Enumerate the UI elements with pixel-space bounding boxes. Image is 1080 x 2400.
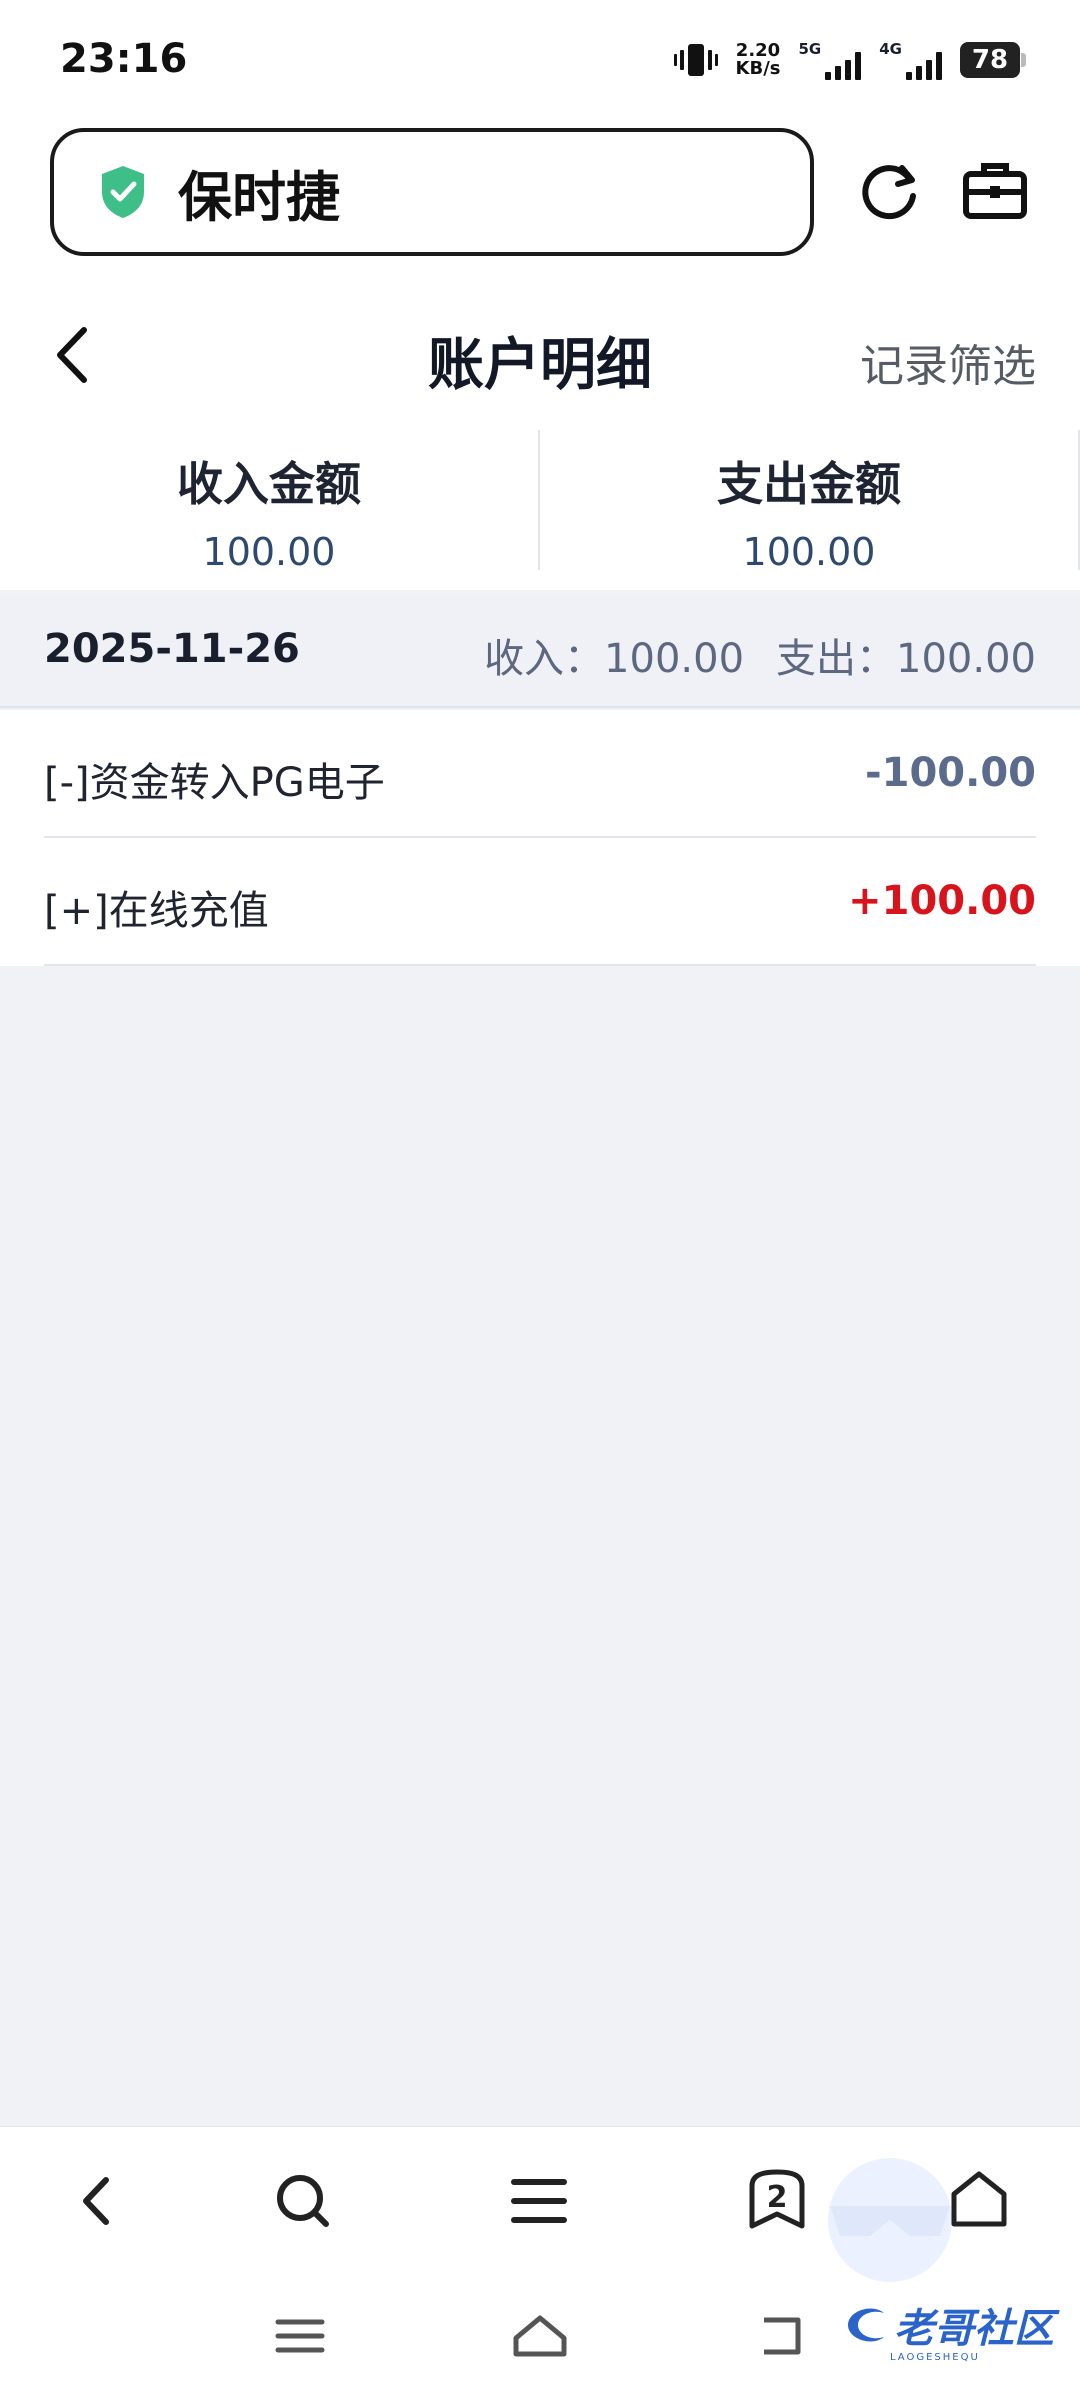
signal-5g: 5G <box>799 40 862 80</box>
tab-count: 2 <box>766 2180 788 2215</box>
record-filter-button[interactable]: 记录筛选 <box>860 330 1036 394</box>
site-title: 保时捷 <box>178 165 340 229</box>
record-name: [-]资金转入PG电子 <box>44 760 385 806</box>
expense-value: 100.00 <box>742 530 876 574</box>
watermark-brand-sub: LAOGESHEQU <box>890 2352 980 2363</box>
watermark-brand: 老哥社区 <box>894 2306 1054 2352</box>
group-totals: 收入：100.00 支出：100.00 <box>480 626 1036 684</box>
status-bar: 23:16 2.20 KB/s 5G 4G 78 <box>0 0 1080 118</box>
list-item[interactable]: [-]资金转入PG电子 -100.00 <box>44 710 1036 838</box>
system-back-icon[interactable] <box>750 2306 810 2366</box>
battery-icon: 78 <box>960 42 1026 78</box>
watermark-face-icon <box>828 2158 952 2282</box>
group-expense: 支出：100.00 <box>776 636 1036 682</box>
refresh-icon[interactable] <box>854 156 924 226</box>
income-summary: 收入金额 100.00 <box>0 430 540 574</box>
tabs-button[interactable]: 2 <box>742 2166 812 2236</box>
net-label-4g: 4G <box>879 40 902 58</box>
system-recents-icon[interactable] <box>270 2306 330 2366</box>
list-item[interactable]: [+]在线充值 +100.00 <box>44 838 1036 966</box>
record-amount: -100.00 <box>865 750 1036 796</box>
vibrate-icon <box>673 44 718 76</box>
signal-bars-icon <box>906 50 942 80</box>
browser-toolbar: 保时捷 <box>0 118 1080 280</box>
records-list: [-]资金转入PG电子 -100.00 [+]在线充值 +100.00 <box>0 710 1080 966</box>
toolbox-icon[interactable] <box>960 156 1030 226</box>
net-label-5g: 5G <box>798 40 822 58</box>
summary-panel: 收入金额 100.00 支出金额 100.00 <box>0 430 1080 590</box>
signal-bars-icon <box>825 50 862 80</box>
shield-check-icon <box>102 166 144 218</box>
network-speed: 2.20 KB/s <box>736 42 781 78</box>
signal-4g: 4G <box>879 40 942 80</box>
home-icon[interactable] <box>946 2166 1012 2232</box>
nav-back-icon[interactable] <box>66 2168 132 2234</box>
record-name: [+]在线充值 <box>44 888 269 934</box>
income-value: 100.00 <box>202 530 336 574</box>
menu-icon[interactable] <box>506 2168 572 2234</box>
status-icons: 2.20 KB/s 5G 4G 78 <box>673 34 1026 86</box>
status-time: 23:16 <box>60 36 188 82</box>
watermark-dragon-icon <box>848 2308 884 2342</box>
expense-label: 支出金额 <box>717 457 901 511</box>
record-amount: +100.00 <box>848 878 1036 924</box>
address-bar[interactable]: 保时捷 <box>50 128 814 256</box>
expense-summary: 支出金额 100.00 <box>540 430 1080 574</box>
system-home-icon[interactable] <box>510 2306 570 2366</box>
group-income: 收入：100.00 <box>484 636 745 682</box>
search-icon[interactable] <box>270 2168 336 2234</box>
income-label: 收入金额 <box>177 457 361 511</box>
group-date: 2025-11-26 <box>44 626 300 672</box>
watermark-logo: 老哥社区 <box>842 2296 1054 2354</box>
page-header: 账户明细 记录筛选 <box>0 280 1080 430</box>
speed-unit: KB/s <box>735 58 781 79</box>
date-group-header: 2025-11-26 收入：100.00 支出：100.00 <box>0 594 1080 708</box>
